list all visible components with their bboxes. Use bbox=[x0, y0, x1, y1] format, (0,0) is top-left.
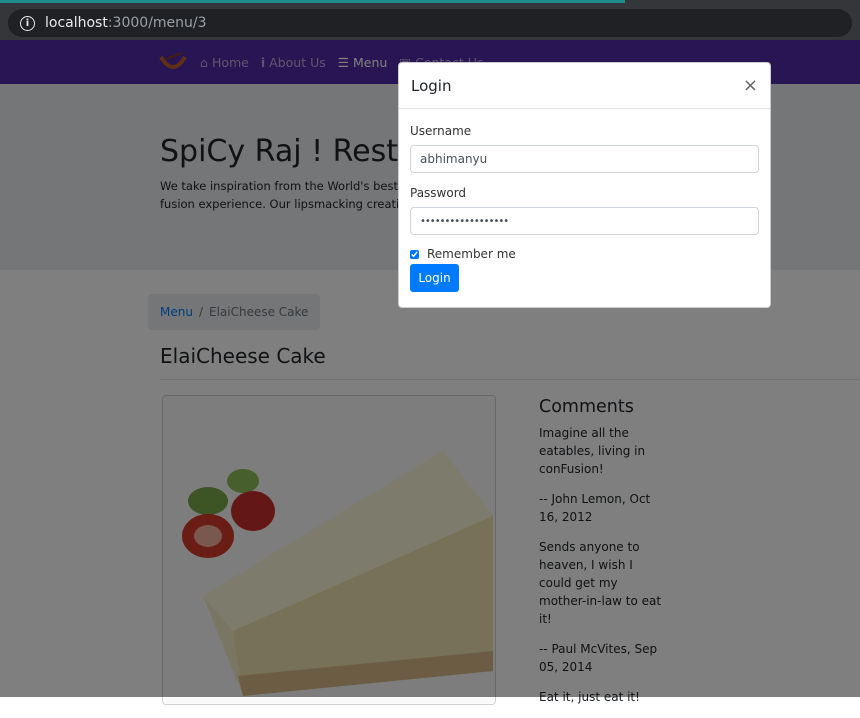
url-path: :3000/menu/3 bbox=[107, 15, 207, 31]
login-button[interactable]: Login bbox=[410, 264, 459, 292]
login-modal: Login × Username abhimanyu Password ••••… bbox=[398, 62, 771, 308]
address-bar[interactable]: i localhost:3000/menu/3 bbox=[8, 9, 852, 37]
modal-header: Login × bbox=[399, 63, 770, 109]
username-input[interactable]: abhimanyu bbox=[410, 145, 759, 173]
info-icon[interactable]: i bbox=[20, 15, 35, 31]
modal-title: Login bbox=[411, 76, 452, 95]
login-form: Username abhimanyu Password ••••••••••••… bbox=[399, 109, 770, 292]
remember-checkbox[interactable] bbox=[410, 249, 419, 259]
remember-label: Remember me bbox=[427, 247, 516, 261]
url-host: localhost bbox=[45, 15, 108, 31]
browser-toolbar: i localhost:3000/menu/3 bbox=[0, 6, 860, 40]
password-label: Password bbox=[410, 186, 467, 200]
username-label: Username bbox=[410, 124, 472, 138]
close-icon[interactable]: × bbox=[743, 75, 758, 96]
password-input[interactable]: •••••••••••••••••• bbox=[410, 207, 759, 235]
